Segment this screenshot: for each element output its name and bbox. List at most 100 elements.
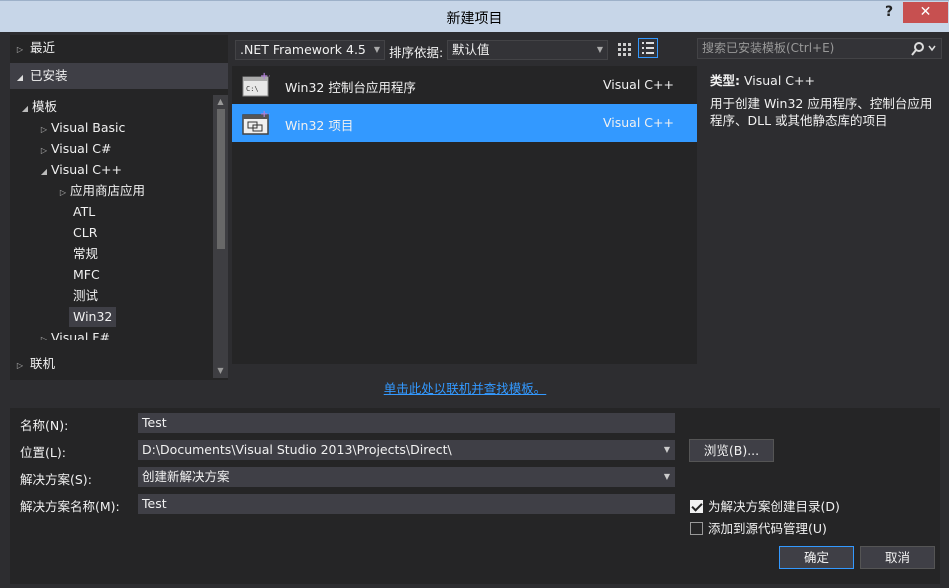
list-view-icon bbox=[642, 42, 654, 54]
tree-item-visual-cpp[interactable]: ◢ Visual C++ bbox=[37, 160, 122, 180]
sort-dropdown[interactable]: 默认值 ▼ bbox=[447, 40, 608, 60]
tree-label: MFC bbox=[73, 267, 100, 282]
name-label: 名称(N): bbox=[20, 418, 69, 433]
template-list: C:\ ++ Win32 控制台应用程序 Visual C++ ++ Win32… bbox=[232, 66, 697, 364]
template-language: Visual C++ bbox=[603, 115, 674, 130]
expand-arrow-icon: ▷ bbox=[59, 188, 67, 197]
chevron-down-icon: ▼ bbox=[663, 472, 670, 481]
checkbox-unchecked-icon[interactable] bbox=[690, 522, 703, 535]
tree-item-store-apps[interactable]: ▷ 应用商店应用 bbox=[56, 181, 145, 201]
ok-button[interactable]: 确定 bbox=[779, 546, 854, 569]
expand-arrow-icon: ▷ bbox=[40, 146, 48, 155]
console-app-icon: C:\ ++ bbox=[242, 71, 277, 99]
tree-item-recent[interactable]: ▷ 最近 bbox=[10, 35, 228, 61]
collapse-arrow-icon: ◢ bbox=[40, 167, 48, 176]
template-name: Win32 项目 bbox=[285, 118, 354, 133]
tree-label: 常规 bbox=[73, 246, 99, 261]
tree-item-win32[interactable]: Win32 bbox=[69, 307, 117, 327]
tree-item-templates[interactable]: ◢ 模板 bbox=[18, 97, 57, 117]
tree-item-atl[interactable]: ATL bbox=[73, 202, 95, 222]
chevron-down-icon: ▼ bbox=[596, 45, 603, 54]
tree-label: 模板 bbox=[32, 99, 58, 114]
scroll-up-icon[interactable]: ▲ bbox=[213, 96, 228, 108]
template-name: Win32 控制台应用程序 bbox=[285, 80, 416, 95]
svg-text:++: ++ bbox=[260, 109, 270, 120]
scrollbar-thumb[interactable] bbox=[217, 109, 225, 249]
tree-item-mfc[interactable]: MFC bbox=[73, 265, 100, 285]
search-icon[interactable] bbox=[909, 39, 939, 58]
solution-value: 创建新解决方案 bbox=[142, 469, 230, 484]
svg-text:C:\: C:\ bbox=[246, 85, 259, 93]
checkbox-label: 为解决方案创建目录(D) bbox=[708, 499, 840, 514]
solution-name-label: 解决方案名称(M): bbox=[20, 499, 120, 514]
tree-label: 应用商店应用 bbox=[70, 183, 146, 198]
project-settings-form: 名称(N): Test 位置(L): D:\Documents\Visual S… bbox=[10, 408, 940, 584]
collapse-arrow-icon: ◢ bbox=[16, 73, 24, 82]
tree-label: 已安装 bbox=[30, 68, 68, 83]
tree-item-visual-basic[interactable]: ▷ Visual Basic bbox=[37, 118, 125, 138]
location-combo[interactable]: D:\Documents\Visual Studio 2013\Projects… bbox=[138, 440, 675, 460]
checkbox-checked-icon[interactable] bbox=[690, 500, 703, 513]
tree-item-online[interactable]: ▷ 联机 bbox=[10, 351, 228, 377]
template-tree-pane: ▷ 最近 ◢ 已安装 ◢ 模板 ▷ Visual Basic ▷ Visual C# ◢ V… bbox=[10, 35, 228, 380]
tree-item-test[interactable]: 测试 bbox=[73, 286, 98, 306]
create-directory-checkbox[interactable]: 为解决方案创建目录(D) bbox=[690, 496, 840, 515]
solution-dropdown[interactable]: 创建新解决方案 ▼ bbox=[138, 467, 675, 487]
description-text: 用于创建 Win32 应用程序、控制台应用程序、DLL 或其他静态库的项目 bbox=[710, 96, 933, 128]
find-templates-online-link[interactable]: 单击此处以联机并查找模板。 bbox=[0, 378, 930, 397]
type-value: Visual C++ bbox=[743, 73, 815, 88]
tree-label: 测试 bbox=[73, 288, 99, 303]
template-item-win32-project[interactable]: ++ Win32 项目 Visual C++ bbox=[232, 104, 697, 142]
tree-label: CLR bbox=[73, 225, 98, 240]
expand-arrow-icon: ▷ bbox=[40, 125, 48, 134]
solution-label: 解决方案(S): bbox=[20, 472, 92, 487]
solution-name-input[interactable]: Test bbox=[138, 494, 675, 514]
browse-button[interactable]: 浏览(B)... bbox=[689, 439, 774, 462]
template-description: 类型: Visual C++ 用于创建 Win32 应用程序、控制台应用程序、D… bbox=[710, 72, 940, 129]
framework-dropdown[interactable]: .NET Framework 4.5 ▼ bbox=[235, 40, 385, 60]
cancel-button[interactable]: 取消 bbox=[860, 546, 935, 569]
tree-label: 联机 bbox=[30, 356, 56, 371]
project-name-value: Test bbox=[142, 415, 167, 430]
expand-arrow-icon: ▷ bbox=[16, 361, 24, 370]
win32-project-icon: ++ bbox=[242, 109, 277, 137]
sort-value: 默认值 bbox=[452, 42, 490, 57]
chevron-down-icon: ▼ bbox=[373, 45, 380, 54]
template-language: Visual C++ bbox=[603, 77, 674, 92]
type-label: 类型: bbox=[710, 73, 740, 88]
new-project-dialog: ▷ 最近 ◢ 已安装 ◢ 模板 ▷ Visual Basic ▷ Visual C# ◢ V… bbox=[0, 32, 949, 588]
tree-label: Win32 bbox=[73, 309, 113, 324]
tree-label: Visual C++ bbox=[51, 162, 122, 177]
dialog-title: 新建项目 bbox=[446, 11, 503, 27]
project-name-input[interactable]: Test bbox=[138, 413, 675, 433]
framework-value: .NET Framework 4.5 bbox=[240, 42, 366, 57]
svg-text:++: ++ bbox=[260, 71, 270, 82]
list-view-button[interactable] bbox=[638, 38, 658, 58]
checkbox-label: 添加到源代码管理(U) bbox=[708, 521, 827, 536]
tree-item-clr[interactable]: CLR bbox=[73, 223, 97, 243]
sort-label: 排序依据: bbox=[389, 45, 444, 60]
template-item-win32-console[interactable]: C:\ ++ Win32 控制台应用程序 Visual C++ bbox=[232, 66, 697, 104]
template-type: 类型: Visual C++ bbox=[710, 72, 940, 89]
grid-view-icon bbox=[618, 43, 631, 56]
close-button[interactable]: ✕ bbox=[903, 2, 948, 23]
template-search-input[interactable]: 搜索已安装模板(Ctrl+E) bbox=[697, 38, 942, 59]
tree-label: 最近 bbox=[30, 40, 56, 55]
title-bar: 新建项目 ? ✕ bbox=[0, 0, 949, 32]
location-label: 位置(L): bbox=[20, 445, 66, 460]
tree-item-visual-csharp[interactable]: ▷ Visual C# bbox=[37, 139, 112, 159]
help-button[interactable]: ? bbox=[880, 4, 898, 24]
location-value: D:\Documents\Visual Studio 2013\Projects… bbox=[142, 442, 452, 457]
tree-label: ATL bbox=[73, 204, 96, 219]
tree-scrollbar[interactable]: ▲ ▼ bbox=[213, 95, 228, 378]
small-icons-view-button[interactable] bbox=[614, 39, 634, 59]
collapse-arrow-icon: ◢ bbox=[21, 104, 29, 113]
tree-item-visual-fsharp[interactable]: ▷ Visual F# bbox=[37, 328, 110, 340]
search-placeholder: 搜索已安装模板(Ctrl+E) bbox=[702, 41, 835, 55]
expand-arrow-icon: ▷ bbox=[40, 335, 48, 340]
tree-label: Visual Basic bbox=[51, 120, 126, 135]
add-source-control-checkbox[interactable]: 添加到源代码管理(U) bbox=[690, 518, 827, 537]
tree-label: Visual F# bbox=[51, 330, 110, 340]
tree-item-installed[interactable]: ◢ 已安装 bbox=[10, 63, 228, 89]
tree-item-general[interactable]: 常规 bbox=[73, 244, 98, 264]
